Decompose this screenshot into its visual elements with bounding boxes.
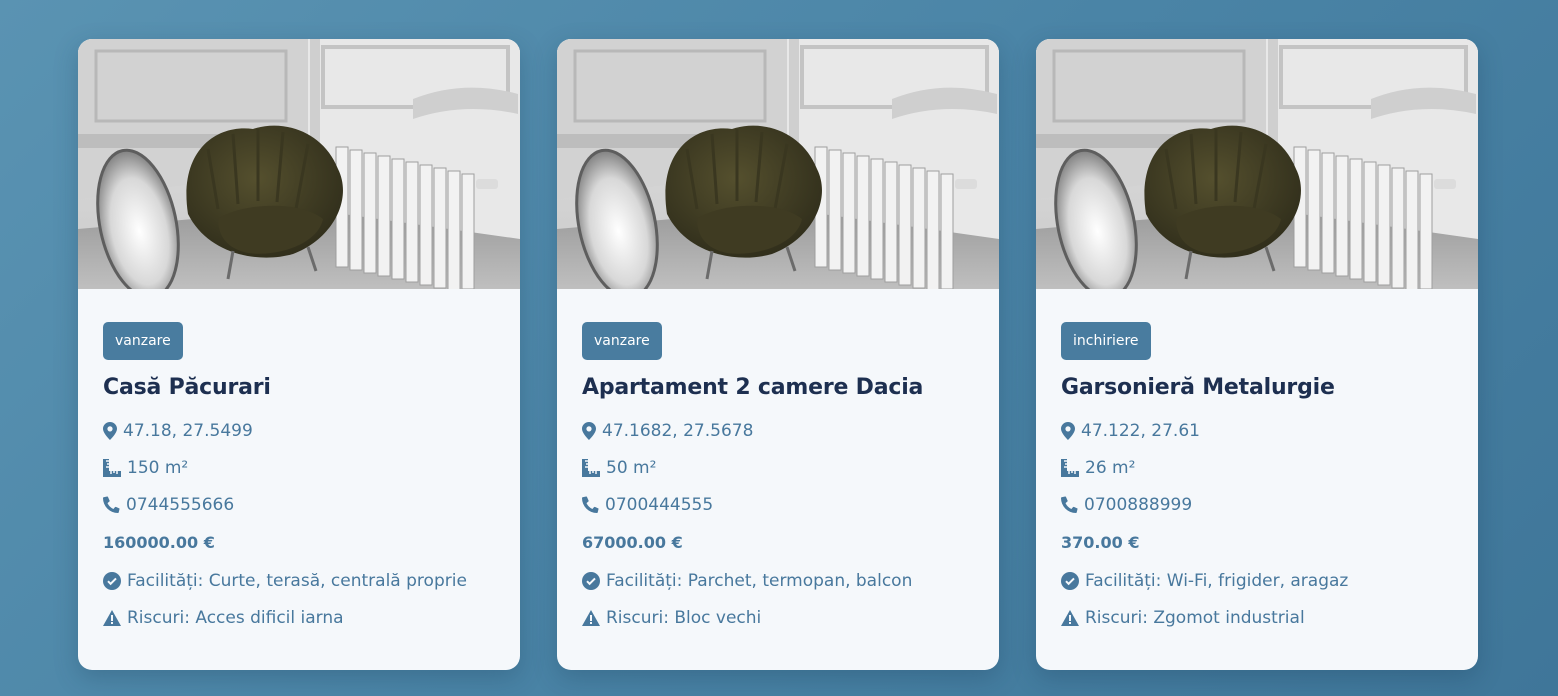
listing-title[interactable]: Apartament 2 camere Dacia — [582, 375, 974, 400]
listing-card[interactable]: vanzare Apartament 2 camere Dacia 47.168… — [557, 39, 999, 670]
listing-phone-number[interactable]: 0744555666 — [126, 495, 234, 515]
listing-facilities-text: Facilități: Curte, terasă, centrală prop… — [127, 570, 467, 591]
listing-card-body: inchiriere Garsonieră Metalurgie 47.122,… — [1036, 289, 1478, 636]
listing-photo[interactable] — [1036, 39, 1478, 289]
listing-area: 150 m² — [103, 449, 495, 486]
check-circle-icon — [1061, 571, 1079, 590]
map-marker-icon — [103, 421, 117, 440]
listing-card[interactable]: vanzare Casă Păcurari 47.18, 27.5499 150… — [78, 39, 520, 670]
ruler-icon — [1061, 458, 1079, 477]
page: { "listings": [ { "badge": "vanzare", "t… — [0, 0, 1558, 696]
listing-phone: 0700444555 — [582, 486, 974, 523]
listing-area: 26 m² — [1061, 449, 1453, 486]
listing-coordinates: 47.122, 27.61 — [1081, 420, 1200, 441]
listing-area: 50 m² — [582, 449, 974, 486]
check-circle-icon — [582, 571, 600, 590]
warning-icon — [582, 609, 600, 626]
ruler-icon — [103, 458, 121, 477]
listing-cards: vanzare Casă Păcurari 47.18, 27.5499 150… — [78, 39, 1478, 670]
listing-price: 67000.00 € — [582, 533, 683, 552]
phone-icon — [103, 496, 120, 513]
listing-photo[interactable] — [557, 39, 999, 289]
listing-type-badge: vanzare — [582, 322, 662, 360]
listing-location: 47.18, 27.5499 — [103, 412, 495, 449]
warning-icon — [103, 609, 121, 626]
listing-phone: 0700888999 — [1061, 486, 1453, 523]
listing-title[interactable]: Casă Păcurari — [103, 375, 495, 400]
listing-price: 370.00 € — [1061, 533, 1140, 552]
listing-location: 47.122, 27.61 — [1061, 412, 1453, 449]
listing-risks: Riscuri: Acces dificil iarna — [103, 599, 495, 636]
warning-icon — [1061, 609, 1079, 626]
listing-phone: 0744555666 — [103, 486, 495, 523]
listing-facilities: Facilități: Parchet, termopan, balcon — [582, 562, 974, 599]
listing-risks: Riscuri: Bloc vechi — [582, 599, 974, 636]
listing-card-body: vanzare Apartament 2 camere Dacia 47.168… — [557, 289, 999, 636]
listing-coordinates: 47.1682, 27.5678 — [602, 420, 754, 441]
listing-facilities-text: Facilități: Wi-Fi, frigider, aragaz — [1085, 570, 1349, 591]
phone-icon — [1061, 496, 1078, 513]
listing-risks-text: Riscuri: Bloc vechi — [606, 607, 762, 628]
listing-risks-text: Riscuri: Zgomot industrial — [1085, 607, 1305, 628]
listing-facilities: Facilități: Curte, terasă, centrală prop… — [103, 562, 495, 599]
listing-price: 160000.00 € — [103, 533, 215, 552]
listing-coordinates: 47.18, 27.5499 — [123, 420, 253, 441]
ruler-icon — [582, 458, 600, 477]
listing-card-body: vanzare Casă Păcurari 47.18, 27.5499 150… — [78, 289, 520, 636]
listing-facilities-text: Facilități: Parchet, termopan, balcon — [606, 570, 913, 591]
listing-type-badge: inchiriere — [1061, 322, 1151, 360]
listing-phone-number[interactable]: 0700888999 — [1084, 495, 1192, 515]
check-circle-icon — [103, 571, 121, 590]
listing-card[interactable]: inchiriere Garsonieră Metalurgie 47.122,… — [1036, 39, 1478, 670]
listing-location: 47.1682, 27.5678 — [582, 412, 974, 449]
listing-risks: Riscuri: Zgomot industrial — [1061, 599, 1453, 636]
listing-facilities: Facilități: Wi-Fi, frigider, aragaz — [1061, 562, 1453, 599]
listing-type-badge: vanzare — [103, 322, 183, 360]
listing-area-value: 150 m² — [127, 457, 189, 478]
listing-area-value: 50 m² — [606, 457, 657, 478]
listing-phone-number[interactable]: 0700444555 — [605, 495, 713, 515]
phone-icon — [582, 496, 599, 513]
listing-title[interactable]: Garsonieră Metalurgie — [1061, 375, 1453, 400]
map-marker-icon — [1061, 421, 1075, 440]
listing-photo[interactable] — [78, 39, 520, 289]
listing-risks-text: Riscuri: Acces dificil iarna — [127, 607, 344, 628]
listing-area-value: 26 m² — [1085, 457, 1136, 478]
map-marker-icon — [582, 421, 596, 440]
